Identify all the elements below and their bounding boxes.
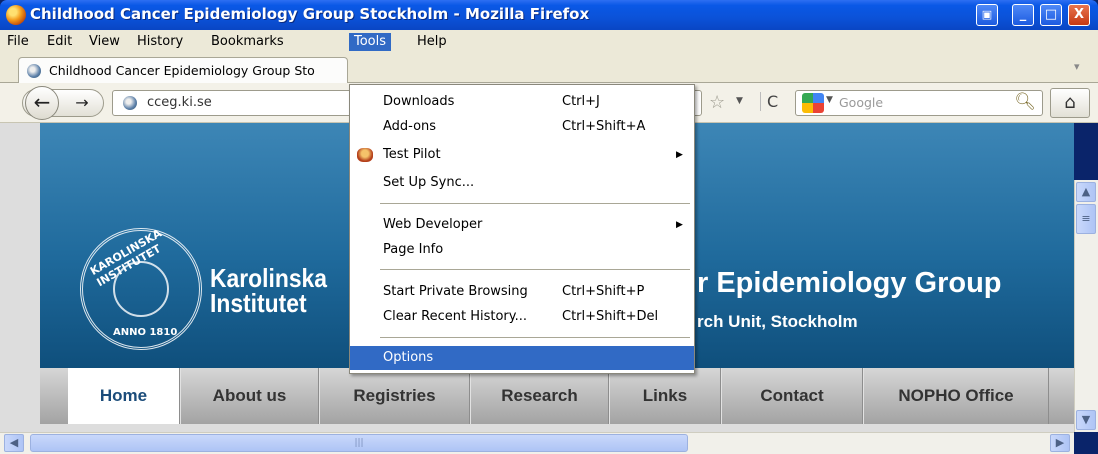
back-icon: ← bbox=[33, 90, 51, 114]
menu-item-label: Options bbox=[383, 350, 434, 365]
menu-view[interactable]: View bbox=[84, 33, 125, 51]
title-bar: Childhood Cancer Epidemiology Group Stoc… bbox=[0, 0, 1098, 30]
url-text[interactable]: cceg.ki.se bbox=[147, 95, 212, 110]
site-title: r Epidemiology Group bbox=[697, 267, 1002, 299]
submenu-arrow-icon: ▶ bbox=[676, 150, 683, 160]
submenu-arrow-icon: ▶ bbox=[676, 220, 683, 230]
firefox-logo-icon bbox=[6, 5, 26, 25]
institute-name-line2: Institutet bbox=[210, 288, 307, 318]
search-engine-dropdown-icon[interactable]: ▼ bbox=[826, 95, 833, 105]
menu-bookmarks[interactable]: Bookmarks bbox=[206, 33, 289, 51]
menu-item-shortcut: Ctrl+Shift+Del bbox=[562, 309, 659, 324]
menu-item-downloads[interactable]: Downloads Ctrl+J bbox=[350, 90, 694, 114]
menu-item-shortcut: Ctrl+Shift+P bbox=[562, 284, 645, 299]
scroll-up-icon[interactable]: ▲ bbox=[1076, 182, 1096, 202]
google-icon[interactable] bbox=[802, 93, 824, 113]
menu-history[interactable]: History bbox=[132, 33, 188, 51]
nav-contact[interactable]: Contact bbox=[721, 368, 863, 424]
nav-links[interactable]: Links bbox=[609, 368, 721, 424]
nav-nopho-office[interactable]: NOPHO Office bbox=[863, 368, 1049, 424]
tab-label: Childhood Cancer Epidemiology Group Sto bbox=[49, 63, 315, 78]
menu-help[interactable]: Help bbox=[412, 33, 452, 51]
menu-item-add-ons[interactable]: Add-ons Ctrl+Shift+A bbox=[350, 115, 694, 139]
tab-strip: Childhood Cancer Epidemiology Group Sto bbox=[0, 54, 1098, 83]
restore-icon[interactable]: ▣ bbox=[976, 4, 998, 26]
search-bar[interactable]: ▼ Google 🔍︎ bbox=[795, 90, 1043, 116]
back-button[interactable]: ← bbox=[25, 86, 59, 120]
menu-item-test-pilot[interactable]: Test Pilot ▶ bbox=[350, 143, 694, 167]
search-placeholder[interactable]: Google bbox=[839, 95, 883, 110]
menu-item-shortcut: Ctrl+Shift+A bbox=[562, 119, 646, 134]
menu-separator bbox=[380, 203, 690, 204]
menu-item-shortcut: Ctrl+J bbox=[562, 94, 600, 109]
tools-menu: Downloads Ctrl+J Add-ons Ctrl+Shift+A Te… bbox=[349, 84, 695, 374]
scroll-left-icon[interactable]: ◀ bbox=[4, 434, 24, 452]
menu-file[interactable]: File bbox=[2, 33, 34, 51]
home-icon: ⌂ bbox=[1064, 92, 1076, 113]
horizontal-scroll-thumb[interactable]: ||| bbox=[30, 434, 688, 452]
menu-item-web-developer[interactable]: Web Developer ▶ bbox=[350, 213, 694, 237]
close-button[interactable]: X bbox=[1068, 4, 1090, 26]
minimize-button[interactable]: _ bbox=[1012, 4, 1034, 26]
menu-item-label: Page Info bbox=[383, 242, 444, 257]
site-identity-icon[interactable] bbox=[123, 96, 137, 110]
window-title: Childhood Cancer Epidemiology Group Stoc… bbox=[30, 5, 590, 23]
menu-bar: File Edit View History Bookmarks Tools H… bbox=[0, 30, 1098, 54]
vertical-scroll-thumb[interactable]: ≡ bbox=[1076, 204, 1096, 234]
maximize-button[interactable]: □ bbox=[1040, 4, 1062, 26]
menu-tools[interactable]: Tools bbox=[349, 33, 392, 51]
site-subtitle: rch Unit, Stockholm bbox=[697, 312, 858, 331]
menu-item-private-browsing[interactable]: Start Private Browsing Ctrl+Shift+P bbox=[350, 280, 694, 304]
tab-active[interactable]: Childhood Cancer Epidemiology Group Sto bbox=[18, 57, 348, 83]
menu-item-options[interactable]: Options bbox=[350, 346, 694, 370]
url-history-dropdown-icon[interactable]: ▼ bbox=[736, 96, 743, 106]
forward-icon: → bbox=[75, 93, 89, 112]
forward-button[interactable]: → bbox=[72, 93, 92, 113]
list-all-tabs-icon[interactable]: ▾ bbox=[1074, 60, 1090, 76]
nav-registries[interactable]: Registries bbox=[319, 368, 470, 424]
nav-research[interactable]: Research bbox=[470, 368, 609, 424]
institute-name: Karolinska Institutet bbox=[210, 265, 327, 318]
menu-item-page-info[interactable]: Page Info bbox=[350, 238, 694, 262]
home-button[interactable]: ⌂ bbox=[1050, 88, 1090, 118]
menu-edit[interactable]: Edit bbox=[42, 33, 77, 51]
karolinska-seal-logo: KAROLINSKA INSTITUTET ANNO 1810 bbox=[80, 227, 202, 350]
bookmark-star-icon[interactable]: ☆ bbox=[709, 92, 725, 113]
scroll-right-icon[interactable]: ▶ bbox=[1050, 434, 1070, 452]
menu-item-label: Downloads bbox=[383, 94, 455, 109]
nav-about-us[interactable]: About us bbox=[180, 368, 319, 424]
search-icon[interactable]: 🔍︎ bbox=[1014, 92, 1036, 112]
site-favicon-icon bbox=[27, 64, 41, 78]
scroll-down-icon[interactable]: ▼ bbox=[1076, 410, 1096, 430]
menu-separator bbox=[380, 337, 690, 338]
menu-item-label: Set Up Sync... bbox=[383, 175, 475, 190]
menu-item-label: Add-ons bbox=[383, 119, 437, 134]
menu-item-label: Test Pilot bbox=[383, 147, 441, 162]
reload-icon[interactable]: C bbox=[760, 92, 778, 111]
menu-item-label: Web Developer bbox=[383, 217, 483, 232]
seal-bottom-text: ANNO 1810 bbox=[113, 327, 178, 338]
test-pilot-icon bbox=[357, 148, 373, 162]
menu-separator bbox=[380, 269, 690, 270]
nav-home[interactable]: Home bbox=[68, 368, 180, 424]
menu-item-set-up-sync[interactable]: Set Up Sync... bbox=[350, 171, 694, 195]
menu-item-label: Clear Recent History... bbox=[383, 309, 527, 324]
menu-item-clear-history[interactable]: Clear Recent History... Ctrl+Shift+Del bbox=[350, 305, 694, 329]
menu-item-label: Start Private Browsing bbox=[383, 284, 528, 299]
